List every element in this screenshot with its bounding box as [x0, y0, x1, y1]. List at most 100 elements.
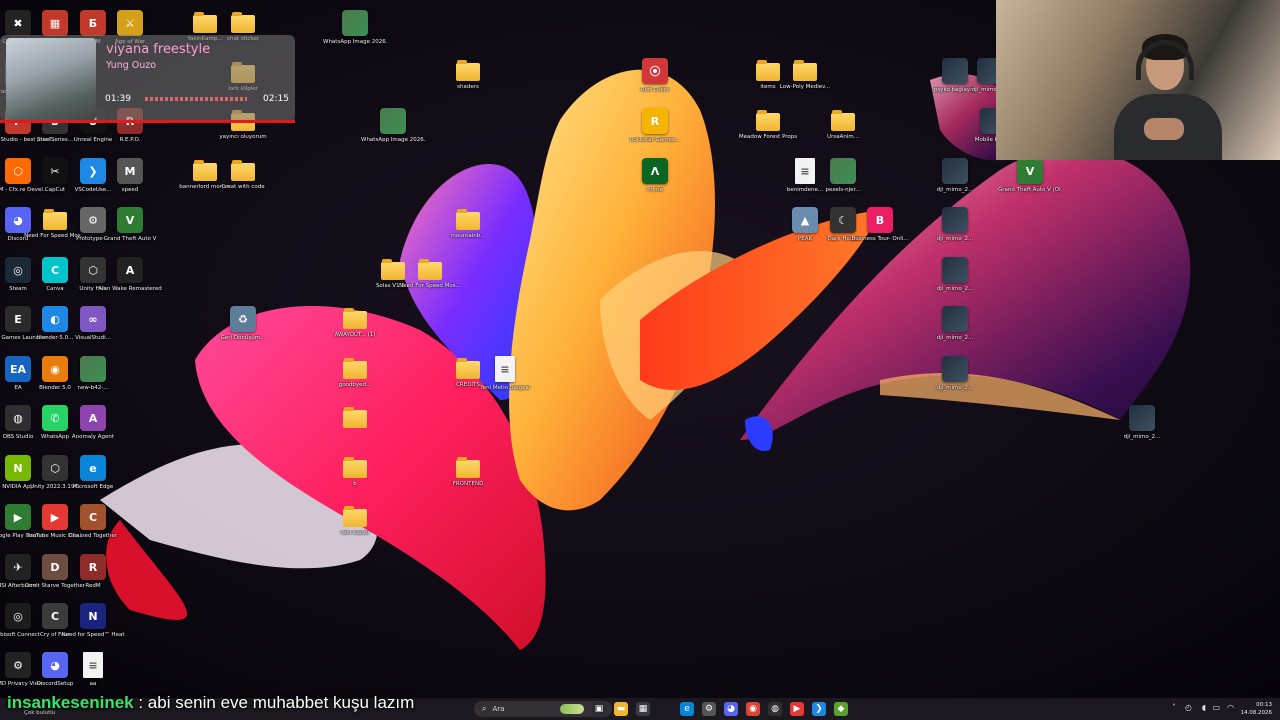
desktop-icon[interactable]: dji_mimo_2... — [925, 158, 985, 206]
desktop-icon-label: Rockstar Games... — [629, 137, 681, 143]
desktop-icon[interactable]: new-b42-... — [63, 356, 123, 404]
folder-icon — [793, 63, 817, 81]
settings-icon[interactable]: ⚙ — [702, 702, 716, 716]
vscode-icon[interactable]: ❯ — [812, 702, 826, 716]
folder-icon — [456, 212, 480, 230]
chevron-up-icon[interactable]: ˄ — [1172, 703, 1176, 712]
desktop-icon-label: shaders — [457, 84, 479, 90]
desktop-icon[interactable]: pexels-njer... — [813, 158, 873, 206]
desktop-icon[interactable]: dji_mimo_2... — [925, 207, 985, 255]
desktop-icon[interactable]: WhatsApp Image 2026... — [323, 10, 387, 58]
battery-icon[interactable]: ▭ — [1212, 703, 1220, 712]
app-icon: e — [80, 455, 106, 481]
chat-separator: : — [133, 693, 148, 712]
desktop-icon[interactable]: dji_mimo_2... — [1112, 405, 1172, 453]
wifi-icon[interactable]: ◠ — [1227, 703, 1234, 712]
desktop-icon[interactable]: Creat with code — [213, 158, 273, 206]
folder-icon — [456, 63, 480, 81]
desktop-icon[interactable]: V Grand Theft Auto V — [100, 207, 160, 255]
app-icon: B — [867, 207, 893, 233]
app-icon: A — [80, 405, 106, 431]
minecraft-icon[interactable]: ◆ — [834, 702, 848, 716]
desktop-icon-label: Business Tour- Onli... — [851, 236, 909, 242]
desktop-icon[interactable]: A Alan Wake Remastered — [98, 257, 162, 305]
desktop-icon[interactable]: C Chained Together — [63, 504, 123, 552]
desktop-icon[interactable]: ♻ Geri Dönüşüm... — [213, 306, 273, 354]
app-icon: R — [642, 108, 668, 134]
desktop-icon[interactable]: Λ Prime — [625, 158, 685, 206]
desktop-icon-label: Anomaly Agent — [71, 434, 115, 440]
desktop-icon[interactable]: goodbyed... — [325, 356, 385, 404]
app-icon: N — [80, 603, 106, 629]
desktop-icon[interactable]: e Microsoft Edge — [63, 455, 123, 503]
video-file-icon — [1129, 405, 1155, 431]
video-file-icon — [942, 158, 968, 184]
folder-icon — [343, 361, 367, 379]
desktop-icon[interactable]: AWAYOUT... (1) — [325, 306, 385, 354]
desktop-icon[interactable]: WhatsApp Image 2026... — [361, 108, 425, 156]
desktop-icon[interactable]: mountainb... — [438, 207, 498, 255]
desktop-icon-label: Grand Theft Auto V — [103, 236, 157, 242]
folder-icon — [343, 311, 367, 329]
desktop-icon[interactable] — [325, 405, 385, 453]
image-file-icon — [80, 356, 106, 382]
desktop-icon[interactable]: shaders — [438, 58, 498, 106]
desktop-icon-label: Grand Theft Auto V (Ol... — [998, 187, 1062, 193]
desktop-icon[interactable]: dji_mimo_2... — [925, 306, 985, 354]
desktop-icon-label: dji_mimo_2... — [936, 385, 974, 391]
now-playing-widget[interactable]: viyana freestyle Yung Ouzo 01:39 02:15 — [0, 35, 295, 123]
desktop-icon[interactable]: Mspeed — [100, 158, 160, 206]
desktop-icon-label: dji_mimo_2... — [936, 187, 974, 193]
youtube-music-icon[interactable]: ▶ — [790, 702, 804, 716]
desktop-icon-label: yayıncı oluyorum — [219, 134, 267, 140]
file-explorer-icon[interactable]: ▬ — [614, 702, 628, 716]
desktop-icon[interactable]: ≡ Yeni Metin Belgesi — [475, 356, 535, 404]
chrome-icon[interactable]: ◉ — [746, 702, 760, 716]
desktop-icon-label: Need for Speed™ Heat — [61, 632, 125, 638]
folder-icon — [343, 509, 367, 527]
obs-icon[interactable]: ◍ — [768, 702, 782, 716]
desktop-icon[interactable]: A Anomaly Agent — [63, 405, 123, 453]
image-file-icon — [380, 108, 406, 134]
desktop-icon[interactable]: ∞ VisualStudi... — [63, 306, 123, 354]
desktop-icon-label: AWAYOUT... (1) — [334, 332, 376, 338]
desktop-icon[interactable]: B Business Tour- Onli... — [850, 207, 910, 255]
folder-icon — [418, 262, 442, 280]
desktop-icon[interactable]: R RedM — [63, 554, 123, 602]
desktop-icon[interactable]: N Need for Speed™ Heat — [61, 603, 125, 651]
video-file-icon — [942, 306, 968, 332]
desktop-icon-label: Need For Speed Mos... — [399, 283, 461, 289]
discord-icon[interactable]: ◕ — [724, 702, 738, 716]
task-view-icon[interactable]: ▣ — [592, 702, 606, 716]
desktop-icon[interactable]: dji_mimo_2... — [925, 356, 985, 404]
desktop-icon[interactable]: ⦿ Riot Client — [625, 58, 685, 106]
desktop-icon-label: VisualStudi... — [75, 335, 111, 341]
edge-icon[interactable]: e — [680, 702, 694, 716]
desktop-icon[interactable]: Need For Speed Mos... — [399, 257, 461, 305]
document-icon: ≡ — [795, 158, 815, 184]
desktop-icon[interactable]: UrsaAnim... — [813, 108, 873, 156]
desktop-icon-label: aa — [89, 681, 97, 687]
desktop-icon-label: dji_mimo_2... — [936, 335, 974, 341]
app-icon: ♻ — [230, 306, 256, 332]
calendar-icon[interactable]: ▦ — [636, 702, 650, 716]
desktop-icon[interactable]: Low-Poly Mediev... — [775, 58, 835, 106]
desktop-icon[interactable]: Yeni klasör — [325, 504, 385, 552]
desktop-icon[interactable]: FRONTEND — [438, 455, 498, 503]
desktop-icon[interactable]: dji_mimo_2... — [925, 257, 985, 305]
clock[interactable]: 00:13 14.08.2026 — [1241, 701, 1273, 717]
desktop-icon[interactable]: Meadow Forest Props — [738, 108, 798, 156]
desktop-icon[interactable]: b — [325, 455, 385, 503]
desktop-icon-label: Prime — [647, 187, 663, 193]
search-icon: ⌕ — [482, 704, 487, 713]
chat-message: insankeseninek : abi senin eve muhabbet … — [7, 692, 414, 714]
volume-icon[interactable]: ◖ — [1202, 703, 1206, 712]
desktop-icon-label: FRONTEND — [452, 481, 484, 487]
progress-bar[interactable] — [145, 97, 247, 101]
desktop-icon[interactable]: R Rockstar Games... — [625, 108, 685, 156]
elapsed-time: 01:39 — [105, 94, 131, 104]
app-icon: ⦿ — [642, 58, 668, 84]
network-icon[interactable]: ◴ — [1185, 703, 1192, 712]
desktop-icon[interactable]: V Grand Theft Auto V (Ol... — [998, 158, 1062, 206]
app-icon: Λ — [642, 158, 668, 184]
